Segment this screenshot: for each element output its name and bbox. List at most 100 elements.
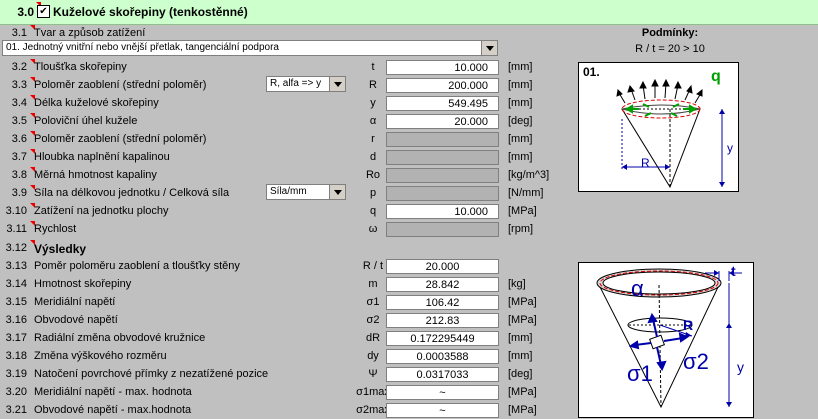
- input-field[interactable]: 20.000: [386, 114, 499, 129]
- input-field[interactable]: 10.000: [386, 60, 499, 75]
- input-symbol: α: [369, 115, 377, 127]
- row-number: 3.6: [11, 133, 27, 145]
- result-value: 0.0317033: [386, 367, 499, 382]
- row-number: 3.20: [5, 386, 27, 398]
- input-label: Poloměr zaoblení (střední poloměr): [34, 79, 207, 91]
- input-label: Síla na délkovou jednotku / Celková síla: [34, 187, 230, 199]
- result-label: Obvodové napětí: [34, 314, 118, 326]
- diagram-r-label: R: [641, 156, 650, 170]
- result-label: Meridiální napětí: [34, 296, 116, 308]
- conditions-title: Podmínky:: [641, 27, 699, 39]
- input-label: Hloubka naplnění kapalinou: [34, 151, 170, 163]
- row-number: 3.21: [5, 404, 27, 416]
- section-checkbox[interactable]: ✔: [37, 5, 50, 18]
- result-value: 20.000: [386, 259, 499, 274]
- unit-label: [rpm]: [508, 223, 534, 235]
- input-field: [386, 150, 499, 165]
- unit-label: [kg/m^3]: [508, 169, 550, 181]
- diagram-alpha-label: α: [631, 276, 644, 301]
- result-value: 0.0003588: [386, 349, 499, 364]
- diagram-stress: t α R σ1 σ2 y: [578, 262, 754, 418]
- row-number: 3.11: [6, 223, 27, 235]
- input-symbol: y: [370, 97, 376, 109]
- unit-label: [N/mm]: [508, 187, 544, 199]
- radius-mode-select[interactable]: R, alfa => y: [266, 76, 346, 92]
- input-symbol: Ro: [365, 169, 381, 181]
- unit-label: [MPa]: [508, 404, 537, 416]
- result-value: 0.172295449: [386, 331, 499, 346]
- cone-diagram-2: [596, 268, 742, 409]
- input-symbol: p: [369, 187, 377, 199]
- result-label: Meridiální napětí - max. hodnota: [34, 386, 192, 398]
- result-value: 106.42: [386, 295, 499, 310]
- diagram-sigma1-label: σ1: [627, 361, 653, 386]
- input-field: [386, 168, 499, 183]
- result-label: Poměr poloměru zaoblení a tloušťky stěny: [34, 260, 240, 272]
- unit-label: [deg]: [508, 368, 533, 380]
- diagram-y-label: y: [737, 359, 744, 375]
- diagram-t-label: t: [731, 263, 736, 279]
- row-number: 3.15: [5, 296, 27, 308]
- row-number: 3.9: [11, 187, 27, 199]
- unit-label: [mm]: [508, 350, 533, 362]
- unit-label: [mm]: [508, 151, 533, 163]
- input-field[interactable]: 10.000: [386, 204, 499, 219]
- result-value: 28.842: [386, 277, 499, 292]
- force-mode-select[interactable]: Síla/mm: [266, 184, 346, 200]
- result-label: Natočení povrchové přímky z nezatížené p…: [34, 368, 269, 380]
- input-symbol: d: [369, 151, 377, 163]
- result-value: ~: [386, 403, 499, 418]
- row-number: 3.5: [11, 115, 27, 127]
- row-number: 3.16: [5, 314, 27, 326]
- unit-label: [MPa]: [508, 386, 537, 398]
- diagram-r-label: R: [683, 317, 694, 333]
- input-field[interactable]: 549.495: [386, 96, 499, 111]
- unit-label: [MPa]: [508, 205, 537, 217]
- result-label: Změna výškového rozměru: [34, 350, 167, 362]
- diagram-sigma2-label: σ2: [683, 349, 709, 374]
- section-title: Kuželové skořepiny (tenkostěnné): [53, 5, 248, 19]
- result-value: 212.83: [386, 313, 499, 328]
- diagram-y-label: y: [727, 141, 733, 155]
- row-number: 3.1: [11, 27, 27, 39]
- unit-label: [deg]: [508, 115, 533, 127]
- row-number: 3.3: [11, 79, 27, 91]
- input-symbol: q: [369, 205, 377, 217]
- shape-label: Tvar a způsob zatížení: [34, 27, 146, 39]
- input-field: [386, 186, 499, 201]
- input-field: [386, 132, 499, 147]
- radius-mode-value: R, alfa => y: [270, 78, 322, 89]
- shape-select[interactable]: 01. Jednotný vnitřní nebo vnější přetlak…: [2, 40, 498, 56]
- input-label: Zatížení na jednotku plochy: [34, 205, 169, 217]
- result-label: Hmotnost skořepiny: [34, 278, 132, 290]
- unit-label: [MPa]: [508, 314, 537, 326]
- row-number: 3.7: [11, 151, 27, 163]
- input-symbol: ω: [368, 223, 378, 235]
- section-number: 3.0: [17, 5, 34, 19]
- row-number: 3.10: [5, 205, 27, 217]
- result-label: Radiální změna obvodové kružnice: [34, 332, 206, 344]
- input-symbol: R: [369, 79, 377, 91]
- row-number: 3.19: [5, 368, 27, 380]
- diagram-q-label: q: [711, 68, 721, 85]
- input-symbol: t: [371, 61, 375, 73]
- input-label: Poloměr zaoblení (střední poloměr): [34, 133, 207, 145]
- row-number: 3.13: [5, 260, 27, 272]
- shape-select-value: 01. Jednotný vnitřní nebo vnější přetlak…: [6, 42, 279, 53]
- input-label: Poloviční úhel kužele: [34, 115, 138, 127]
- row-number: 3.18: [5, 350, 27, 362]
- input-symbol: r: [371, 133, 375, 145]
- unit-label: [mm]: [508, 332, 533, 344]
- unit-label: [kg]: [508, 278, 526, 290]
- chevron-down-icon[interactable]: [481, 41, 497, 55]
- chevron-down-icon[interactable]: [329, 77, 345, 91]
- input-field[interactable]: 200.000: [386, 78, 499, 93]
- row-number: 3.12: [5, 242, 27, 254]
- result-label: Obvodové napětí - max.hodnota: [34, 404, 192, 416]
- row-number: 3.14: [5, 278, 27, 290]
- input-label: Měrná hmotnost kapaliny: [34, 169, 157, 181]
- row-number: 3.2: [11, 61, 27, 73]
- unit-label: [mm]: [508, 79, 533, 91]
- results-title: Výsledky: [34, 242, 87, 256]
- chevron-down-icon[interactable]: [329, 185, 345, 199]
